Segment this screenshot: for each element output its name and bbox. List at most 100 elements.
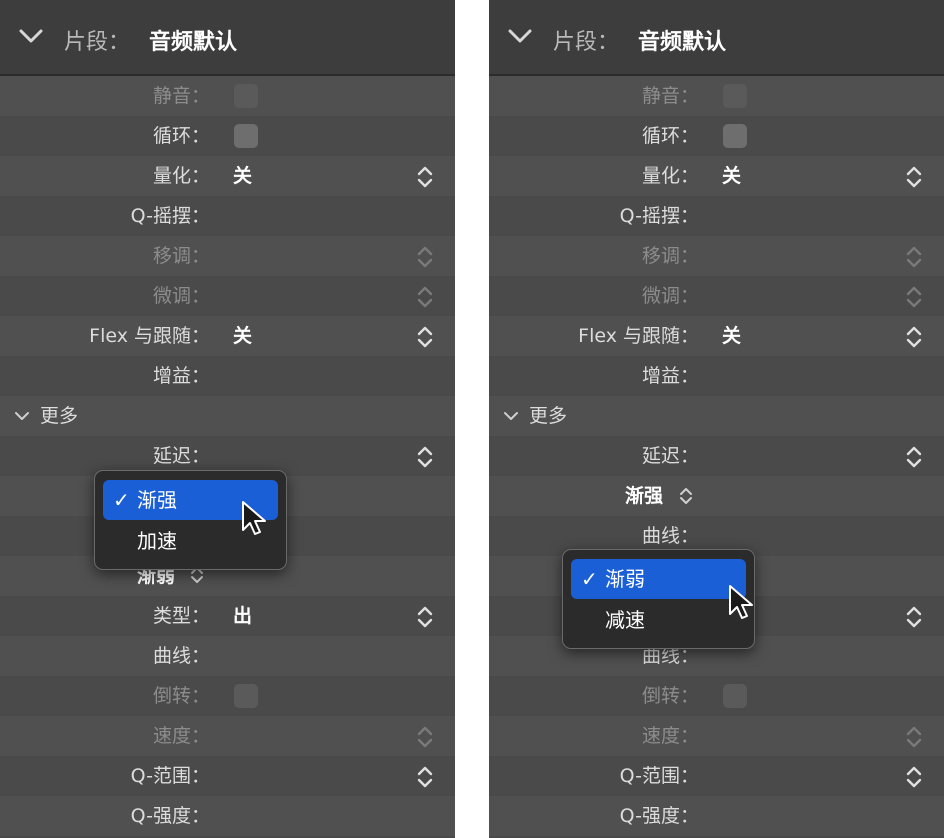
row-more[interactable]: 更多 [489,396,944,436]
q-strength-label: Q-强度： [130,805,210,827]
q-range-stepper-icon[interactable] [414,764,436,790]
mute-label: 静音： [641,85,699,107]
chevron-down-icon[interactable] [18,28,44,44]
transpose-label: 移调： [641,245,699,267]
flex-follow-stepper-icon[interactable] [414,324,436,350]
quantize-stepper-icon[interactable] [903,164,925,190]
mute-label: 静音： [152,85,210,107]
checkmark-icon: ✓ [113,488,130,512]
fade-in-popup-value[interactable]: 渐强 [625,476,663,516]
menu-item-label: 渐强 [137,488,177,512]
row-fine-tune: 微调： [0,276,455,316]
menu-item-slow-down[interactable]: 减速 [571,600,746,640]
flex-follow-value[interactable]: 关 [233,316,252,356]
row-curve: 曲线： [0,636,455,676]
curve-label: 曲线： [152,645,210,667]
row-q-strength: Q-强度： [489,796,944,836]
fine-tune-stepper-icon[interactable] [903,284,925,310]
row-q-range: Q-范围： [489,756,944,796]
transpose-stepper-icon[interactable] [414,244,436,270]
row-q-swing: Q-摇摆： [489,196,944,236]
type-stepper-icon[interactable] [414,604,436,630]
transpose-label: 移调： [152,245,210,267]
fine-tune-label: 微调： [152,285,210,307]
row-q-range: Q-范围： [0,756,455,796]
row-gain: 增益： [0,356,455,396]
speed-stepper-icon[interactable] [414,724,436,750]
quantize-value[interactable]: 关 [233,156,252,196]
speed-stepper-icon[interactable] [903,724,925,750]
reverse-checkbox[interactable] [723,684,747,708]
gain-label: 增益： [641,365,699,387]
delay-stepper-icon[interactable] [903,444,925,470]
speed-label: 速度： [152,725,210,747]
row-quantize: 量化： 关 [0,156,455,196]
region-inspector-right: 片段： 音频默认 静音： 循环： 量化： 关 Q-摇摆： 移调： 微调： Fle… [489,0,944,838]
row-mute: 静音： [489,76,944,116]
type-value[interactable]: 出 [233,596,252,636]
row-gain: 增益： [489,356,944,396]
fade-in-stepper-icon[interactable] [677,485,695,507]
row-transpose: 移调： [489,236,944,276]
q-range-stepper-icon[interactable] [903,764,925,790]
type-stepper-icon[interactable] [903,604,925,630]
menu-item-label: 加速 [137,529,177,553]
chevron-down-icon[interactable] [14,410,30,422]
quantize-label: 量化： [152,165,210,187]
inspector-header[interactable]: 片段： 音频默认 [489,0,944,76]
flex-follow-label: Flex 与跟随： [89,325,210,347]
loop-label: 循环： [152,125,210,147]
row-type: 类型： 出 [0,596,455,636]
fine-tune-stepper-icon[interactable] [414,284,436,310]
loop-label: 循环： [641,125,699,147]
chevron-down-icon[interactable] [503,410,519,422]
mute-checkbox[interactable] [723,84,747,108]
reverse-label: 倒转： [152,685,210,707]
row-more[interactable]: 更多 [0,396,455,436]
row-q-strength: Q-强度： [0,796,455,836]
loop-checkbox[interactable] [234,124,258,148]
row-reverse: 倒转： [0,676,455,716]
flex-follow-label: Flex 与跟随： [578,325,699,347]
inspector-header[interactable]: 片段： 音频默认 [0,0,455,76]
transpose-stepper-icon[interactable] [903,244,925,270]
checkmark-icon: ✓ [581,567,598,591]
more-disclosure-label[interactable]: 更多 [40,396,78,436]
row-fine-tune: 微调： [489,276,944,316]
row-reverse: 倒转： [489,676,944,716]
quantize-value[interactable]: 关 [722,156,741,196]
row-flex-follow: Flex 与跟随： 关 [489,316,944,356]
loop-checkbox[interactable] [723,124,747,148]
header-label: 片段： [64,30,131,55]
gain-label: 增益： [152,365,210,387]
mute-checkbox[interactable] [234,84,258,108]
quantize-stepper-icon[interactable] [414,164,436,190]
q-swing-label: Q-摇摆： [619,205,699,227]
type-label: 类型： [152,605,210,627]
menu-item-label: 渐弱 [605,567,645,591]
parameter-rows: 静音： 循环： 量化： 关 Q-摇摆： 移调： 微调： Flex 与跟随： 关 [0,76,455,836]
more-disclosure-label[interactable]: 更多 [529,396,567,436]
q-range-label: Q-范围： [619,765,699,787]
mouse-pointer-icon [729,585,753,619]
delay-stepper-icon[interactable] [414,444,436,470]
q-range-label: Q-范围： [130,765,210,787]
reverse-label: 倒转： [641,685,699,707]
row-mute: 静音： [0,76,455,116]
fine-tune-label: 微调： [641,285,699,307]
row-q-swing: Q-摇摆： [0,196,455,236]
chevron-down-icon[interactable] [507,28,533,44]
row-fade-in-popup: 渐强 [489,476,944,516]
speed-label: 速度： [641,725,699,747]
row-quantize: 量化： 关 [489,156,944,196]
row-loop: 循环： [489,116,944,156]
row-delay: 延迟： [489,436,944,476]
flex-follow-stepper-icon[interactable] [903,324,925,350]
row-speed: 速度： [489,716,944,756]
row-flex-follow: Flex 与跟随： 关 [0,316,455,356]
reverse-checkbox[interactable] [234,684,258,708]
flex-follow-value[interactable]: 关 [722,316,741,356]
mouse-pointer-icon [242,501,266,535]
menu-item-fade-out[interactable]: ✓ 渐弱 [571,559,746,599]
menu-item-label: 减速 [605,608,645,632]
